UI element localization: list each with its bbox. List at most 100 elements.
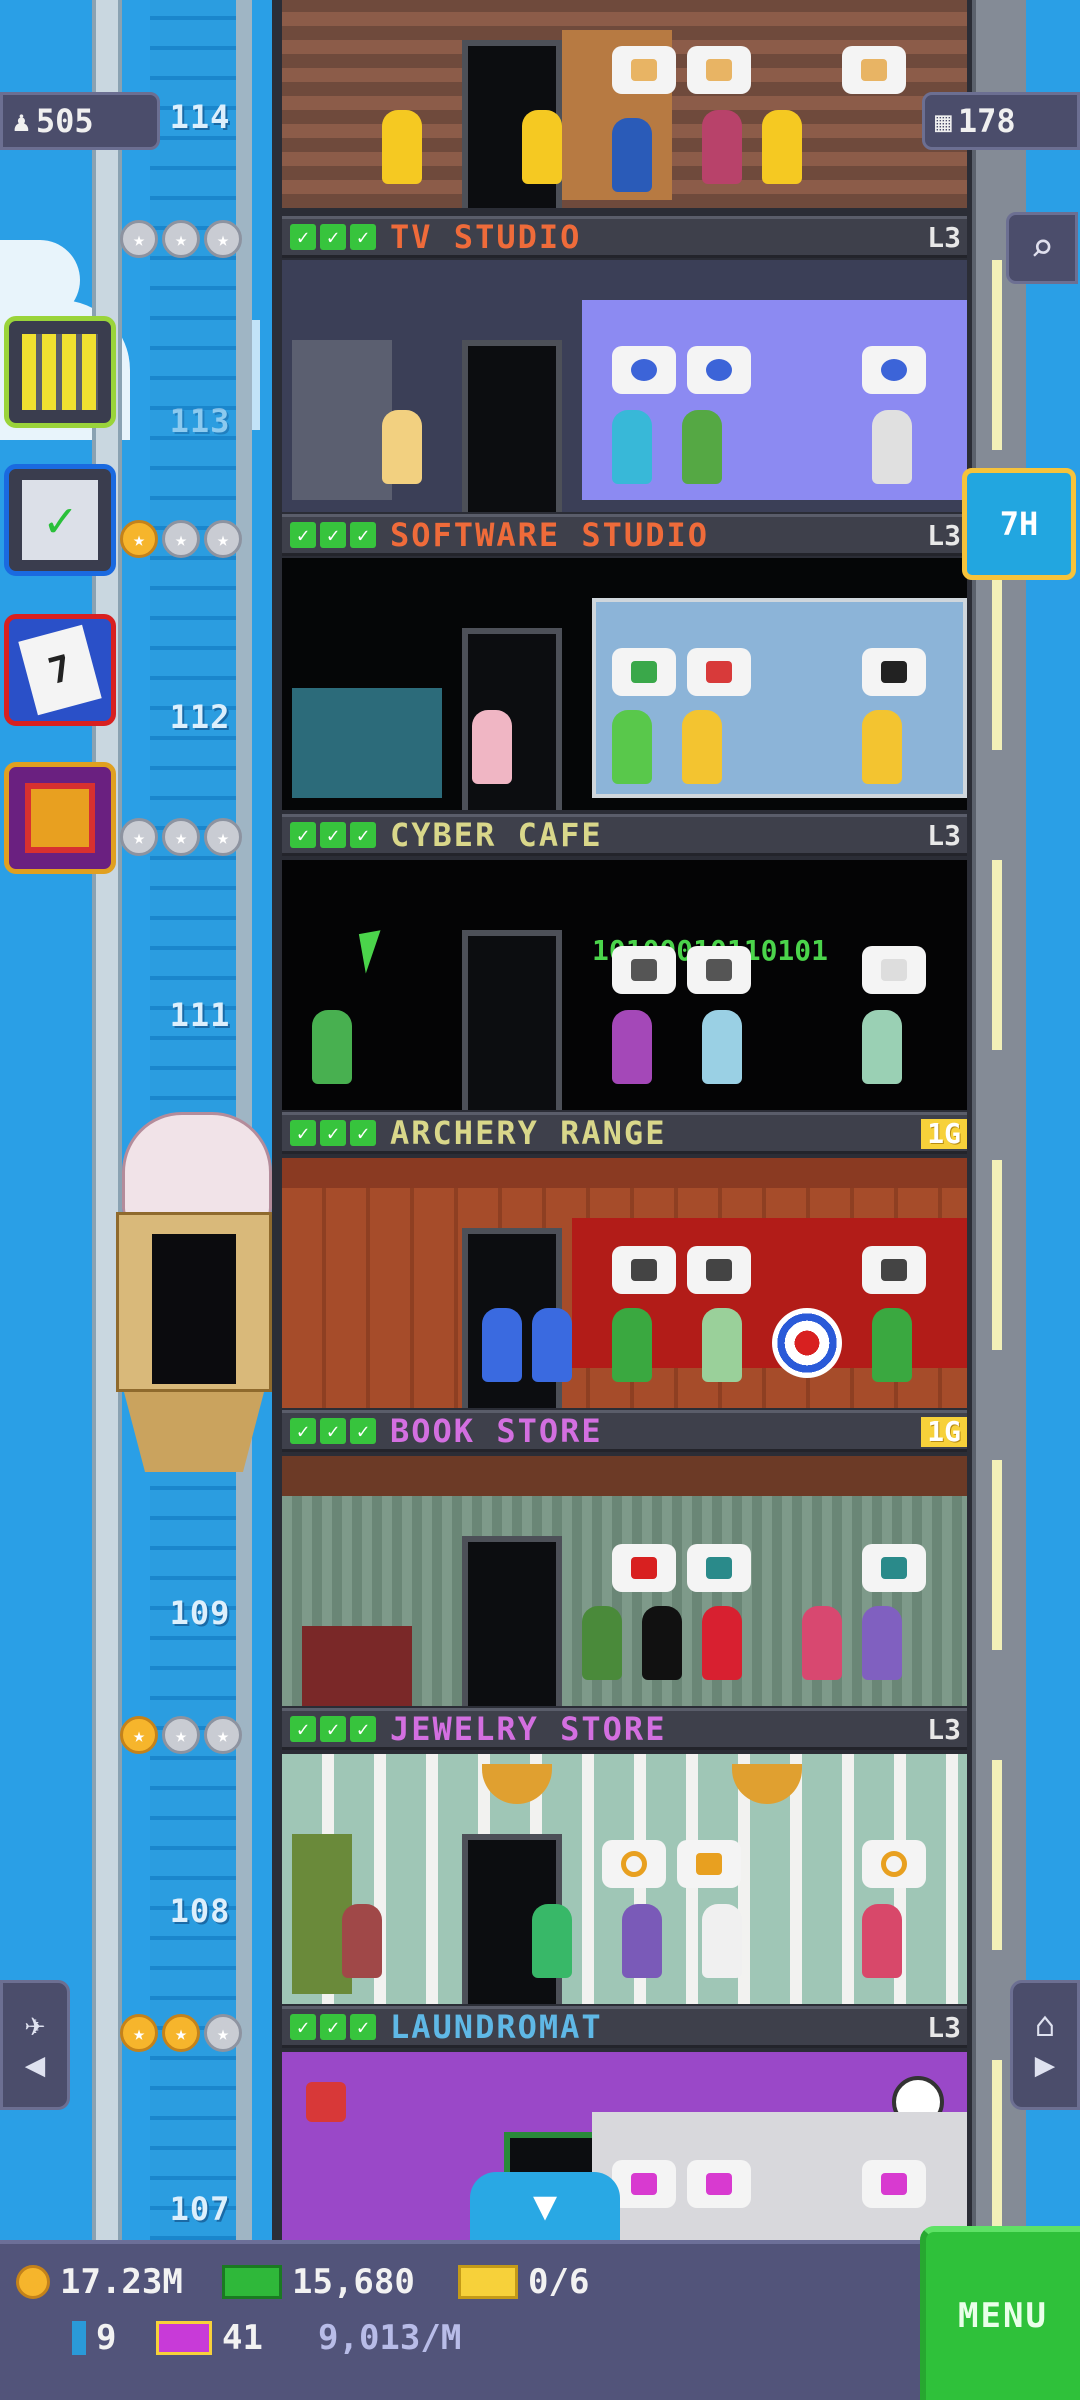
resident: [862, 1010, 902, 1084]
tickets-stat[interactable]: 0/6: [458, 2262, 589, 2302]
floor-room-jewelry-store[interactable]: [282, 1754, 967, 2004]
person-icon: ♟: [13, 104, 30, 138]
floor-level-upgrade[interactable]: 1G: [921, 1119, 967, 1149]
request-bubble[interactable]: [862, 1840, 926, 1888]
request-bubble[interactable]: [612, 946, 676, 994]
earrings-icon: [696, 1853, 722, 1875]
stock-checks: ✓ ✓ ✓: [290, 522, 376, 548]
floor-label-bar[interactable]: ✓ ✓ ✓ JEWELRY STORE L3: [282, 1708, 967, 1750]
request-bubble[interactable]: [612, 346, 676, 394]
request-bubble[interactable]: [602, 1840, 666, 1888]
floor-number: 114: [169, 98, 231, 136]
elevator-cone: [124, 1392, 264, 1472]
magnifier-icon: ⌕: [1029, 225, 1055, 271]
bux-stat[interactable]: 15,680: [222, 2262, 415, 2302]
resident: [342, 1904, 382, 1978]
resident: [472, 710, 512, 784]
floor-name: SOFTWARE STUDIO: [390, 516, 709, 554]
request-bubble[interactable]: [687, 2160, 751, 2208]
floor-room-111[interactable]: 10100010110101: [282, 860, 967, 1110]
request-bubble[interactable]: [612, 1246, 676, 1294]
request-bubble[interactable]: [612, 648, 676, 696]
request-bubble[interactable]: [612, 46, 676, 94]
floors-value: 178: [957, 102, 1016, 140]
request-bubble[interactable]: [862, 1544, 926, 1592]
stock-checks: ✓ ✓ ✓: [290, 2014, 376, 2040]
missions-button[interactable]: ✓: [4, 464, 116, 576]
floor-label-bar[interactable]: ✓ ✓ ✓ TV STUDIO L3: [282, 216, 967, 258]
check-icon: ✓: [350, 224, 376, 250]
floors-counter[interactable]: ▦ 178: [922, 92, 1080, 150]
check-icon: ✓: [290, 822, 316, 848]
request-bubble[interactable]: [862, 946, 926, 994]
floor-level-upgrade[interactable]: 1G: [921, 1417, 967, 1447]
floor-room-tv-studio[interactable]: [282, 0, 967, 208]
floor-label-bar[interactable]: ✓ ✓ ✓ BOOK STORE 1G: [282, 1410, 967, 1452]
request-bubble[interactable]: [687, 1544, 751, 1592]
resident: [532, 1308, 572, 1382]
coins-stat[interactable]: 17.23M: [16, 2262, 183, 2302]
menu-button[interactable]: MENU: [920, 2226, 1080, 2400]
request-bubble[interactable]: [687, 346, 751, 394]
resident: [612, 1308, 652, 1382]
floor-room-archery[interactable]: [282, 1158, 967, 1408]
event-timer-button[interactable]: 7H: [962, 468, 1076, 580]
disc-icon: [706, 359, 732, 381]
request-bubble[interactable]: [677, 1840, 741, 1888]
floor-label-bar[interactable]: ✓ ✓ ✓ LAUNDROMAT L3: [282, 2006, 967, 2048]
request-bubble[interactable]: [862, 346, 926, 394]
gift-button[interactable]: [4, 762, 116, 874]
left-arrow-icon: ◀: [24, 2045, 46, 2085]
build-floor-button[interactable]: [4, 316, 116, 428]
request-bubble[interactable]: [862, 1246, 926, 1294]
stock-checks: ✓ ✓ ✓: [290, 1418, 376, 1444]
population-counter[interactable]: ♟ 505: [0, 92, 160, 150]
floor-room-book-store[interactable]: [282, 1456, 967, 1706]
resident: [612, 410, 652, 484]
resident: [612, 710, 652, 784]
bookshelf: [302, 1626, 412, 1706]
screen-icon: [706, 661, 732, 683]
bow-icon: [631, 1259, 657, 1281]
calendar-icon: 7: [18, 624, 102, 716]
request-bubble[interactable]: [687, 946, 751, 994]
visit-lobby-button[interactable]: ✈ ◀: [0, 1980, 70, 2110]
request-bubble[interactable]: [612, 1544, 676, 1592]
floor-level: L3: [927, 1713, 961, 1746]
check-icon: ✓: [290, 224, 316, 250]
go-home-button[interactable]: ⌂ ▶: [1010, 1980, 1080, 2110]
request-bubble[interactable]: [687, 46, 751, 94]
daily-reward-button[interactable]: 7: [4, 614, 116, 726]
floor-label-bar[interactable]: ✓ ✓ ✓ CYBER CAFE L3: [282, 814, 967, 856]
floor-label-bar[interactable]: ✓ ✓ ✓ ARCHERY RANGE 1G: [282, 1112, 967, 1154]
check-icon: ✓: [320, 1418, 346, 1444]
search-button[interactable]: ⌕: [1006, 212, 1078, 284]
request-bubble[interactable]: [842, 46, 906, 94]
floor-name: JEWELRY STORE: [390, 1710, 667, 1748]
silver-star-icon: ★: [162, 520, 200, 558]
resident: [682, 410, 722, 484]
floor-label-bar[interactable]: ✓ ✓ ✓ SOFTWARE STUDIO L3: [282, 514, 967, 556]
floor-room-software-studio[interactable]: [282, 260, 967, 512]
request-bubble[interactable]: [687, 648, 751, 696]
floor-room-laundromat[interactable]: [282, 2052, 967, 2240]
scroll-down-button[interactable]: ▼: [470, 2172, 620, 2240]
request-bubble[interactable]: [612, 2160, 676, 2208]
gift-icon: [25, 783, 95, 853]
ticket-icon: [458, 2265, 518, 2299]
keys-stat[interactable]: 9: [72, 2318, 116, 2358]
floor-level: L3: [927, 519, 961, 552]
resident: [862, 1904, 902, 1978]
request-bubble[interactable]: [687, 1246, 751, 1294]
floor-room-cyber-cafe[interactable]: [282, 558, 967, 810]
request-bubble[interactable]: [862, 648, 926, 696]
check-icon: ✓: [320, 1120, 346, 1146]
elevator-car[interactable]: [116, 1112, 272, 1472]
golden-tickets-stat[interactable]: 41: [156, 2318, 263, 2358]
check-icon: ✓: [290, 1418, 316, 1444]
floor-number: 109: [169, 1594, 231, 1632]
check-icon: ✓: [350, 522, 376, 548]
resident: [482, 1308, 522, 1382]
request-bubble[interactable]: [862, 2160, 926, 2208]
cursor-icon: [358, 926, 410, 974]
